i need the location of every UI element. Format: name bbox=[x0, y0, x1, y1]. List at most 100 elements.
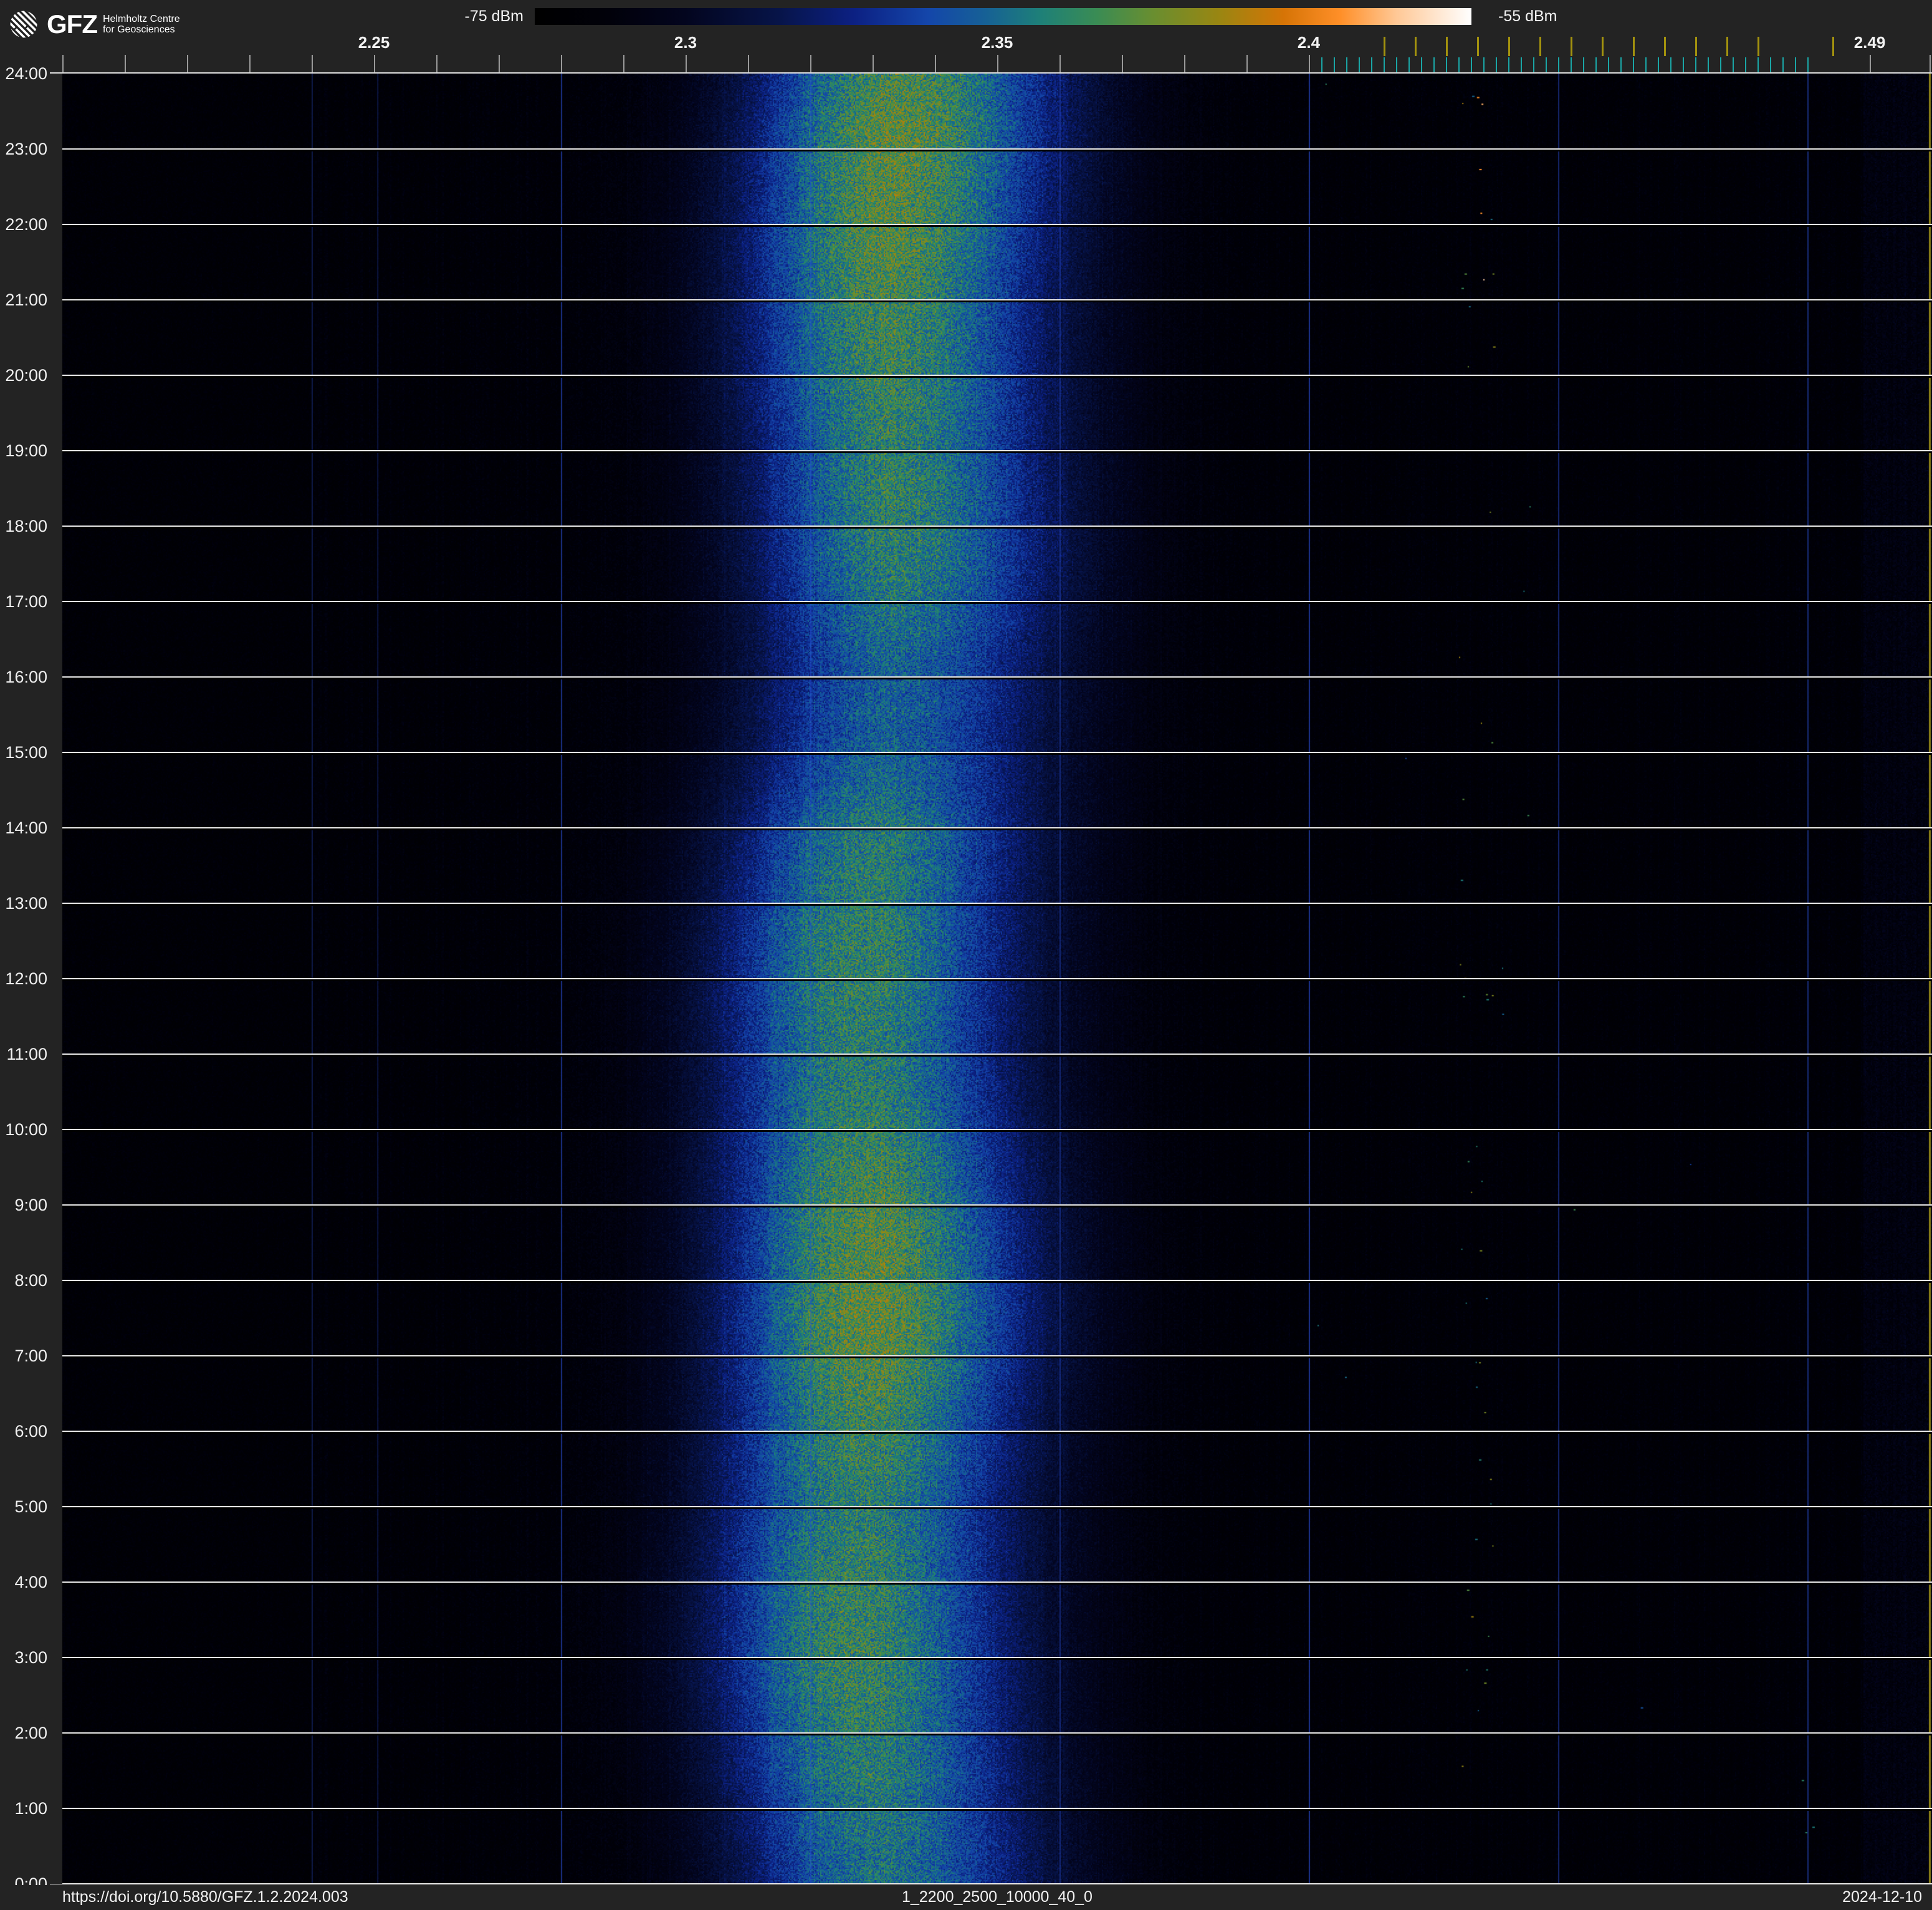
freq-axis-label: 2.49 bbox=[1853, 33, 1886, 52]
time-axis-label: 21:00 bbox=[5, 290, 47, 309]
ble-channel-tick bbox=[1334, 57, 1335, 73]
ble-channel-tick bbox=[1496, 57, 1497, 73]
ble-channel-tick bbox=[1408, 57, 1410, 73]
freq-minor-tick bbox=[997, 55, 998, 73]
freq-minor-tick bbox=[125, 55, 126, 73]
ble-channel-tick bbox=[1733, 57, 1734, 73]
time-axis-label: 14:00 bbox=[5, 818, 47, 837]
ble-channel-tick bbox=[1583, 57, 1584, 73]
ble-channel-tick bbox=[1708, 57, 1709, 73]
colorbar-gradient bbox=[535, 8, 1471, 25]
freq-axis-label: 2.4 bbox=[1297, 33, 1321, 52]
freq-minor-tick bbox=[62, 55, 64, 73]
wifi-channel-tick bbox=[1695, 37, 1697, 56]
freq-minor-tick bbox=[436, 55, 438, 73]
freq-minor-tick bbox=[1246, 55, 1248, 73]
time-axis-label: 13:00 bbox=[5, 894, 47, 913]
hour-gridline-shadow bbox=[62, 300, 1932, 302]
time-axis-label: 10:00 bbox=[5, 1120, 47, 1139]
ble-channel-tick bbox=[1346, 57, 1347, 73]
frequency-axis-line bbox=[50, 72, 1932, 74]
hour-gridline-shadow bbox=[62, 150, 1932, 151]
wifi-channel-tick bbox=[1726, 37, 1728, 56]
time-axis-label: 1:00 bbox=[14, 1799, 47, 1818]
wifi-channel-tick bbox=[1508, 37, 1510, 56]
hour-gridline-shadow bbox=[62, 1507, 1932, 1509]
ble-channel-tick bbox=[1670, 57, 1671, 73]
time-axis-label: 19:00 bbox=[5, 441, 47, 460]
hour-gridline-shadow bbox=[62, 602, 1932, 604]
ble-channel-tick bbox=[1521, 57, 1522, 73]
ble-channel-tick bbox=[1558, 57, 1559, 73]
wifi-channel-tick bbox=[1633, 37, 1635, 56]
freq-minor-tick bbox=[1309, 55, 1310, 73]
freq-axis-label: 2.35 bbox=[981, 33, 1013, 52]
freq-minor-tick bbox=[312, 55, 313, 73]
hour-gridline-shadow bbox=[62, 1432, 1932, 1434]
header-bar: GFZ Helmholtz Centre for Geosciences -75… bbox=[0, 0, 1932, 74]
wifi-channel-tick bbox=[1384, 37, 1385, 56]
freq-minor-tick bbox=[1122, 55, 1123, 73]
gfz-logo: GFZ Helmholtz Centre for Geosciences bbox=[10, 11, 180, 38]
freq-minor-tick bbox=[748, 55, 749, 73]
wifi-channel-tick bbox=[1757, 37, 1759, 56]
wifi-channel-tick bbox=[1539, 37, 1541, 56]
freq-minor-tick bbox=[623, 55, 624, 73]
ble-channel-tick bbox=[1421, 57, 1422, 73]
date-label: 2024-12-10 bbox=[1842, 1888, 1922, 1906]
time-axis-label: 11:00 bbox=[6, 1045, 47, 1063]
time-axis-label: 15:00 bbox=[5, 743, 47, 762]
hour-gridline-shadow bbox=[62, 753, 1932, 755]
ble-channel-tick bbox=[1384, 57, 1385, 73]
freq-minor-tick bbox=[1184, 55, 1185, 73]
hour-gridline-shadow bbox=[62, 1206, 1932, 1207]
doi-link[interactable]: https://doi.org/10.5880/GFZ.1.2.2024.003 bbox=[62, 1885, 348, 1910]
wifi-channel-tick bbox=[1477, 37, 1479, 56]
freq-minor-tick bbox=[249, 55, 251, 73]
ble-channel-tick bbox=[1683, 57, 1684, 73]
freq-minor-tick bbox=[810, 55, 811, 73]
ble-channel-tick bbox=[1321, 57, 1322, 73]
freq-minor-tick bbox=[1870, 55, 1871, 73]
freq-axis-label: 2.25 bbox=[358, 33, 390, 52]
time-axis-label: 3:00 bbox=[14, 1648, 47, 1667]
wifi-channel-tick bbox=[1602, 37, 1604, 56]
ble-channel-tick bbox=[1608, 57, 1609, 73]
ble-channel-tick bbox=[1471, 57, 1472, 73]
ble-channel-tick bbox=[1645, 57, 1647, 73]
logo-subtitle-line2: for Geosciences bbox=[102, 24, 175, 35]
time-axis-label: 16:00 bbox=[5, 668, 47, 686]
ble-channel-tick bbox=[1458, 57, 1460, 73]
ble-channel-tick bbox=[1757, 57, 1759, 73]
ble-channel-tick bbox=[1595, 57, 1597, 73]
hour-gridline-shadow bbox=[62, 225, 1932, 227]
hour-gridline-shadow bbox=[62, 1356, 1932, 1358]
hour-gridline-shadow bbox=[62, 904, 1932, 906]
colorbar-min-label: -75 dBm bbox=[464, 7, 524, 25]
ble-channel-tick bbox=[1720, 57, 1721, 73]
freq-minor-tick bbox=[499, 55, 500, 73]
ble-channel-tick bbox=[1770, 57, 1771, 73]
logo-subtitle: Helmholtz Centre for Geosciences bbox=[103, 11, 180, 35]
footer-bar: https://doi.org/10.5880/GFZ.1.2.2024.003… bbox=[0, 1885, 1932, 1910]
hour-gridline-shadow bbox=[62, 1130, 1932, 1132]
freq-minor-tick bbox=[187, 55, 188, 73]
ble-channel-tick bbox=[1745, 57, 1746, 73]
hour-gridline-shadow bbox=[62, 1809, 1932, 1811]
logo-subtitle-line1: Helmholtz Centre bbox=[102, 14, 180, 24]
time-axis-label: 8:00 bbox=[14, 1271, 47, 1290]
freq-minor-tick bbox=[686, 55, 687, 73]
hour-gridline-shadow bbox=[62, 1281, 1932, 1283]
time-axis-label: 6:00 bbox=[14, 1422, 47, 1441]
hour-gridline-shadow bbox=[62, 1583, 1932, 1585]
ble-channel-tick bbox=[1533, 57, 1534, 73]
wifi-channel-tick bbox=[1832, 37, 1834, 56]
time-axis-label: 22:00 bbox=[5, 215, 47, 234]
time-axis-label: 24:00 bbox=[5, 64, 47, 83]
spectrogram-page: GFZ Helmholtz Centre for Geosciences -75… bbox=[0, 0, 1932, 1910]
wifi-channel-tick bbox=[1571, 37, 1572, 56]
hour-gridline-shadow bbox=[62, 678, 1932, 679]
ble-channel-tick bbox=[1359, 57, 1360, 73]
ble-channel-tick bbox=[1620, 57, 1622, 73]
ble-channel-tick bbox=[1658, 57, 1659, 73]
